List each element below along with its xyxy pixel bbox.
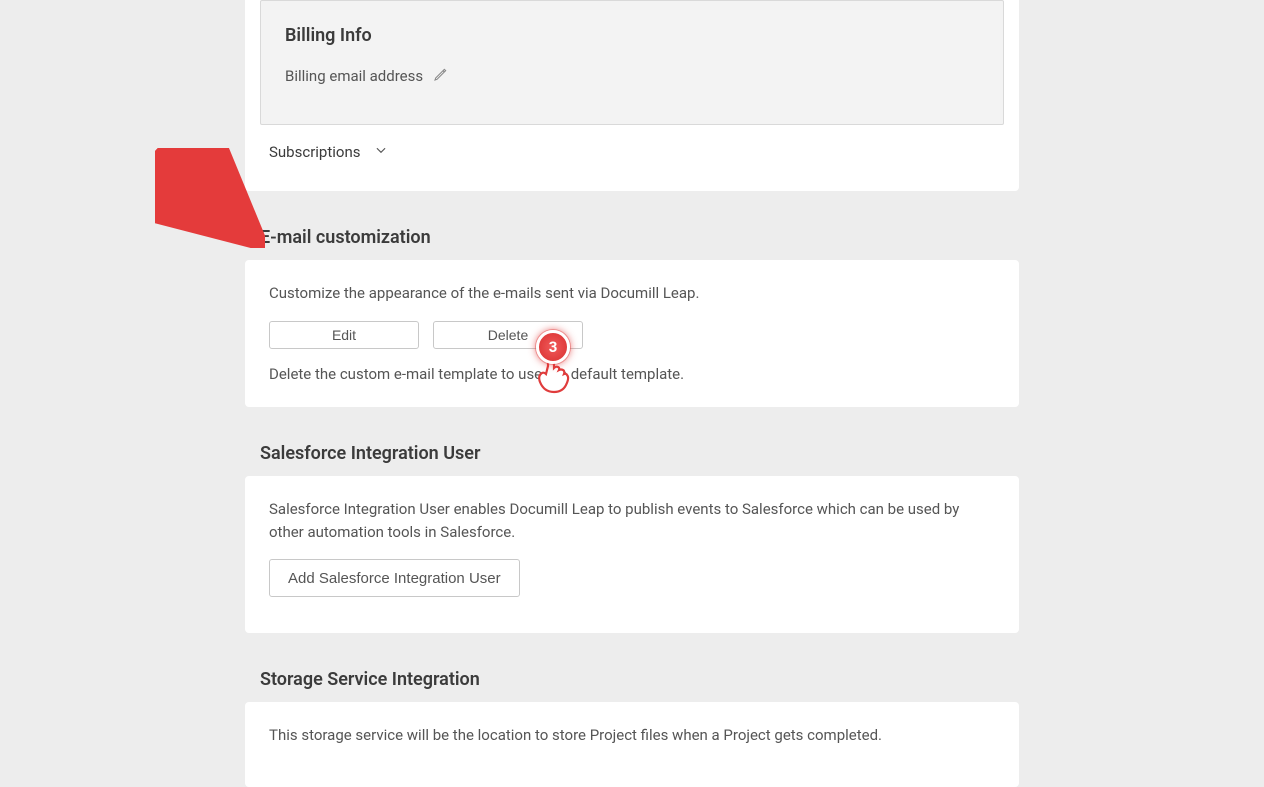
email-button-row: Edit Delete [269, 321, 995, 349]
main-container: Billing Info Billing email address Subsc… [245, 0, 1019, 787]
salesforce-description: Salesforce Integration User enables Docu… [269, 498, 995, 543]
billing-email-label: Billing email address [285, 67, 423, 85]
storage-card: This storage service will be the locatio… [245, 702, 1019, 787]
pencil-icon[interactable] [433, 66, 449, 86]
salesforce-button-row: Add Salesforce Integration User [269, 559, 995, 597]
storage-heading: Storage Service Integration [260, 669, 1019, 690]
email-customization-heading: E-mail customization [260, 227, 1019, 248]
storage-description: This storage service will be the locatio… [269, 724, 995, 747]
billing-info-title: Billing Info [285, 25, 979, 46]
email-customization-description: Customize the appearance of the e-mails … [269, 282, 995, 305]
salesforce-card: Salesforce Integration User enables Docu… [245, 476, 1019, 633]
salesforce-heading: Salesforce Integration User [260, 443, 1019, 464]
subscriptions-toggle[interactable]: Subscriptions [245, 143, 1019, 181]
email-customization-card: Customize the appearance of the e-mails … [245, 260, 1019, 407]
billing-panel: Billing Info Billing email address Subsc… [245, 0, 1019, 191]
email-helper-text: Delete the custom e-mail template to use… [269, 363, 995, 386]
billing-info-card: Billing Info Billing email address [260, 0, 1004, 125]
edit-button[interactable]: Edit [269, 321, 419, 349]
delete-button[interactable]: Delete [433, 321, 583, 349]
chevron-down-icon [374, 143, 388, 161]
billing-email-row: Billing email address [285, 66, 979, 86]
add-salesforce-user-button[interactable]: Add Salesforce Integration User [269, 559, 520, 597]
subscriptions-label: Subscriptions [269, 143, 360, 161]
